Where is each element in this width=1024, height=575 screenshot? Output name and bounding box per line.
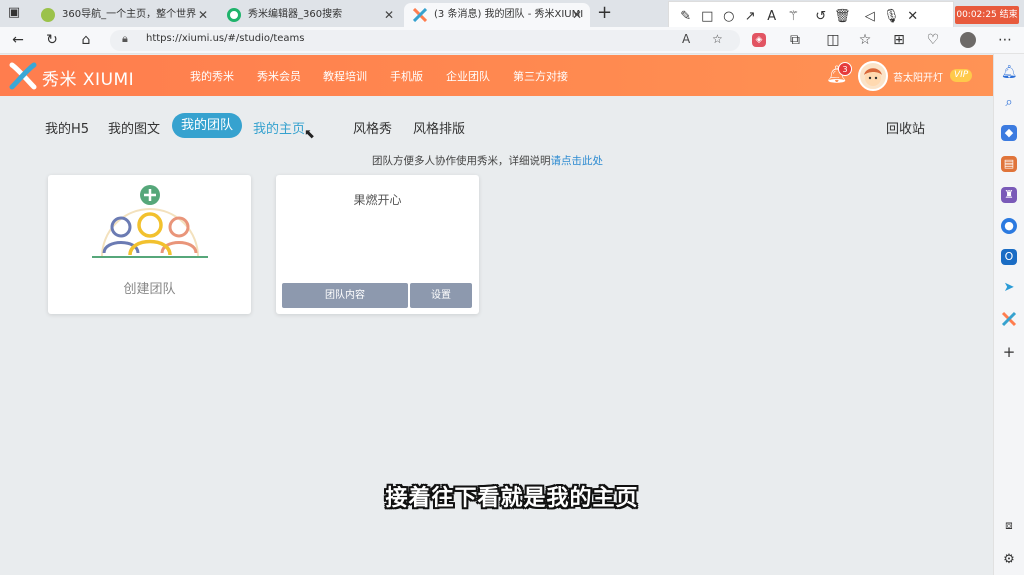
profile-avatar-icon[interactable] bbox=[960, 32, 976, 48]
site-logo-text[interactable]: 秀米 XIUMI bbox=[42, 65, 134, 90]
tab-style-show[interactable]: 风格秀 bbox=[353, 118, 392, 137]
trash-icon[interactable]: 🗑 bbox=[832, 9, 854, 24]
close-icon[interactable]: ✕ bbox=[198, 3, 208, 27]
browser-tab-3-active[interactable]: (3 条消息) 我的团队 - 秀米XIUMI ✕ bbox=[404, 3, 590, 27]
team-card: 果燃开心 团队内容 设置 bbox=[276, 175, 479, 314]
close-icon[interactable]: ✕ bbox=[572, 3, 582, 27]
site-header: 秀米 XIUMI 我的秀米 秀米会员 教程培训 手机版 企业团队 第三方对接 🔔… bbox=[0, 55, 993, 96]
video-subtitle: 接着往下看就是我的主页 bbox=[385, 486, 639, 511]
favorites-icon[interactable]: ☆ bbox=[856, 31, 874, 49]
tab-label: 秀米编辑器_360搜索 bbox=[248, 9, 343, 20]
xiumi-favicon-icon bbox=[412, 7, 428, 23]
magic-wand-icon[interactable]: ⚚ bbox=[783, 9, 805, 24]
tab-my-team[interactable]: 我的团队 bbox=[172, 113, 243, 138]
collections-icon[interactable]: ⊞ bbox=[890, 31, 908, 49]
sidebar-bell-icon[interactable]: 🔔︎ bbox=[1001, 65, 1018, 81]
more-menu-icon[interactable]: ⋯ bbox=[996, 31, 1014, 49]
nav-my-xiumi[interactable]: 我的秀米 bbox=[190, 68, 234, 84]
user-name[interactable]: 苔太阳开灯 bbox=[893, 69, 943, 84]
address-bar[interactable]: 🔒︎ https://xiumi.us/#/studio/teams A ☆ bbox=[110, 30, 740, 51]
nav-third-party[interactable]: 第三方对接 bbox=[513, 68, 568, 84]
record-time: 00:02:25 bbox=[956, 10, 997, 20]
sidebar-settings-gear-icon[interactable]: ⚙ bbox=[1001, 552, 1017, 568]
pen-icon[interactable]: ✎ bbox=[675, 9, 697, 24]
tab-label: (3 条消息) 我的团队 - 秀米XIUMI bbox=[434, 9, 584, 20]
split-screen-icon[interactable]: ◫ bbox=[824, 31, 842, 49]
rectangle-icon[interactable]: □ bbox=[697, 9, 719, 24]
sidebar-add-icon[interactable]: + bbox=[1001, 344, 1017, 360]
recycle-bin-link[interactable]: 回收站 bbox=[886, 118, 925, 137]
close-icon[interactable]: ✕ bbox=[384, 3, 394, 27]
window-menu-icon[interactable]: ▣ bbox=[6, 5, 22, 21]
tab-style-layout[interactable]: 风格排版 bbox=[413, 118, 465, 137]
site-favicon-icon bbox=[41, 8, 55, 22]
browser-essentials-icon[interactable]: ♡ bbox=[924, 31, 942, 49]
mouse-cursor-icon: ⬉ bbox=[304, 127, 315, 142]
tip-link[interactable]: 请点击此处 bbox=[551, 155, 604, 167]
tab-my-h5[interactable]: 我的H5 bbox=[45, 118, 89, 137]
sidebar-outlook-icon[interactable]: O bbox=[1001, 249, 1017, 265]
close-icon[interactable]: ✕ bbox=[902, 9, 924, 24]
sidebar-tools-icon[interactable]: ▤ bbox=[1001, 156, 1017, 172]
extensions-puzzle-icon[interactable]: ⧉ bbox=[786, 31, 804, 49]
circle-icon[interactable]: ○ bbox=[718, 9, 740, 24]
read-aloud-icon[interactable]: A bbox=[682, 32, 690, 46]
notification-badge: 3 bbox=[838, 62, 852, 76]
home-icon[interactable]: ⌂ bbox=[77, 31, 95, 49]
nav-enterprise-team[interactable]: 企业团队 bbox=[446, 68, 490, 84]
create-team-card[interactable]: 创建团队 bbox=[48, 175, 251, 314]
team-content-button[interactable]: 团队内容 bbox=[282, 283, 408, 308]
lock-icon[interactable]: 🔒︎ bbox=[122, 32, 128, 46]
speaker-icon[interactable]: ◁ bbox=[859, 9, 881, 24]
favorite-star-icon[interactable]: ☆ bbox=[712, 32, 723, 46]
tab-label: 360导航_一个主页，整个世界 bbox=[62, 9, 197, 20]
vip-badge: VIP bbox=[950, 69, 973, 82]
sidebar-m365-icon[interactable]: ● bbox=[1001, 218, 1017, 234]
browser-tab-1[interactable]: 360导航_一个主页，整个世界 ✕ bbox=[32, 3, 216, 27]
sidebar-send-icon[interactable]: ➤ bbox=[1001, 280, 1017, 296]
text-icon[interactable]: A bbox=[761, 9, 783, 24]
sidebar-screenshot-icon[interactable]: ⧈ bbox=[1001, 517, 1017, 533]
tip-text: 团队方便多人协作使用秀米，详细说明 bbox=[372, 155, 551, 167]
extension-icon[interactable]: ◈ bbox=[752, 33, 766, 47]
xiumi-logo-icon[interactable] bbox=[8, 61, 38, 91]
back-icon[interactable]: ← bbox=[9, 31, 27, 49]
sidebar-xiumi-icon[interactable] bbox=[1001, 311, 1017, 327]
record-stop-label: 结束 bbox=[999, 10, 1018, 20]
sidebar-games-icon[interactable]: ♜ bbox=[1001, 187, 1017, 203]
record-timer-button[interactable]: 00:02:25 结束 bbox=[955, 6, 1019, 24]
team-name: 果燃开心 bbox=[353, 193, 402, 207]
tab-my-articles[interactable]: 我的图文 bbox=[108, 118, 160, 137]
arrow-icon[interactable]: ↗ bbox=[740, 9, 762, 24]
team-help-tip: 团队方便多人协作使用秀米，详细说明请点击此处 bbox=[372, 153, 603, 168]
nav-mobile[interactable]: 手机版 bbox=[390, 68, 423, 84]
browser-toolbar: ← ↻ ⌂ 🔒︎ https://xiumi.us/#/studio/teams… bbox=[0, 27, 1024, 54]
microphone-icon[interactable]: 🎙 bbox=[881, 9, 903, 24]
sidebar-search-icon[interactable]: ⌕ bbox=[1001, 95, 1017, 111]
search-favicon-icon bbox=[227, 8, 241, 22]
nav-tutorials[interactable]: 教程培训 bbox=[323, 68, 367, 84]
tab-my-homepage[interactable]: 我的主页 bbox=[253, 118, 305, 137]
create-team-label: 创建团队 bbox=[123, 282, 176, 297]
team-settings-button[interactable]: 设置 bbox=[410, 283, 472, 308]
undo-icon[interactable]: ↺ bbox=[810, 9, 832, 24]
team-people-icon bbox=[92, 185, 208, 258]
new-tab-button[interactable]: + bbox=[597, 3, 612, 23]
url-text: https://xiumi.us/#/studio/teams bbox=[146, 33, 305, 44]
nav-membership[interactable]: 秀米会员 bbox=[257, 68, 301, 84]
reload-icon[interactable]: ↻ bbox=[43, 31, 61, 49]
user-avatar[interactable] bbox=[858, 61, 888, 91]
browser-tab-2[interactable]: 秀米编辑器_360搜索 ✕ bbox=[218, 3, 402, 27]
sidebar-shopping-icon[interactable]: ◆ bbox=[1001, 125, 1017, 141]
